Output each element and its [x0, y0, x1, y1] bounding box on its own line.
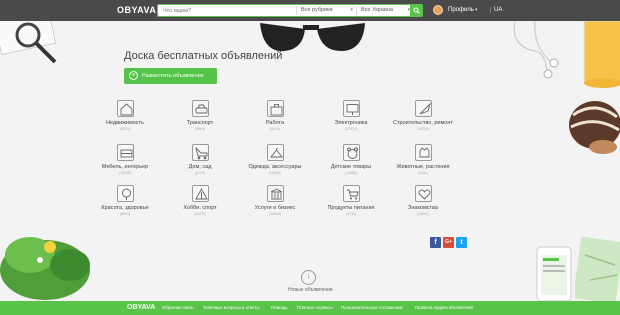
- avatar[interactable]: [433, 5, 443, 15]
- car-icon: [191, 100, 209, 117]
- footer-link-feedback[interactable]: Обратная связь: [162, 305, 194, 310]
- trowel-icon: [414, 100, 432, 117]
- footer-link-paid-services[interactable]: Платные сервисы: [297, 305, 333, 310]
- pet-icon: [414, 144, 432, 161]
- monitor-icon: [342, 100, 360, 117]
- earphones-decoration: [513, 21, 559, 79]
- category-select[interactable]: Все рубрики ▾: [296, 6, 356, 15]
- lawnmower-icon: [191, 144, 209, 161]
- new-ads-link[interactable]: Новые объявления: [288, 287, 333, 293]
- facebook-icon[interactable]: f: [430, 237, 441, 248]
- category-count: (16210): [416, 127, 430, 131]
- search-input[interactable]: [158, 5, 300, 16]
- site-logo[interactable]: OBYAVA: [117, 5, 163, 15]
- footer: OBYAVA Обратная связь Типичные вопросы и…: [0, 301, 620, 315]
- search-icon: [413, 7, 420, 14]
- sofa-icon: [116, 144, 134, 161]
- hanger-icon: [266, 144, 284, 161]
- juice-glass-decoration: [583, 21, 620, 88]
- google-plus-icon[interactable]: G+: [443, 237, 454, 248]
- category-name: Животные, растения: [396, 164, 450, 170]
- twitter-icon[interactable]: t: [456, 237, 467, 248]
- arrow-down-icon[interactable]: ↓: [301, 270, 316, 285]
- profile-menu[interactable]: Профиль: [448, 7, 474, 13]
- map-decoration: [575, 236, 620, 301]
- chevron-down-icon: ▾: [350, 7, 353, 13]
- footer-link-user-agreement[interactable]: Пользовательское соглашение: [341, 305, 403, 310]
- page-title: Доска бесплатных объявлений: [124, 50, 283, 62]
- mirror-icon: [116, 185, 134, 202]
- category-item[interactable]: Строительство, ремонт (16210): [378, 100, 468, 131]
- briefcase-icon: [266, 100, 284, 117]
- cart-icon: [342, 185, 360, 202]
- top-navigation-bar: OBYAVA Все рубрики▾ Все Украина▾ Профиль…: [0, 0, 620, 21]
- footer-link-help[interactable]: Помощь: [271, 305, 288, 310]
- footer-link-posting-rules[interactable]: Правила подачи объявлений: [415, 305, 473, 310]
- region-select[interactable]: Все Украина ▾: [356, 6, 413, 15]
- category-count: (6111): [418, 171, 428, 175]
- plus-icon: +: [129, 71, 138, 80]
- category-count: (10887): [416, 212, 430, 216]
- heart-icon: [414, 185, 432, 202]
- language-switch[interactable]: UA: [490, 7, 502, 13]
- footer-link-faq[interactable]: Типичные вопросы и ответы: [203, 305, 259, 310]
- cookie-decoration: [569, 101, 620, 154]
- bank-icon: [266, 185, 284, 202]
- category-name: Строительство, ремонт: [393, 120, 453, 126]
- phone-decoration: [536, 246, 572, 301]
- category-item[interactable]: Животные, растения (6111): [378, 144, 468, 175]
- house-icon: [116, 100, 134, 117]
- search-bar: Все рубрики▾ Все Украина▾: [157, 4, 423, 17]
- plant-decoration: [0, 237, 90, 300]
- post-ad-button[interactable]: + Разместить объявление: [124, 68, 217, 84]
- category-item[interactable]: Знакомства (10887): [378, 185, 468, 216]
- sport-icon: [191, 185, 209, 202]
- search-button[interactable]: [410, 4, 423, 17]
- chevron-down-icon[interactable]: ▾: [475, 7, 478, 13]
- toy-icon: [342, 144, 360, 161]
- footer-logo[interactable]: OBYAVA: [127, 304, 155, 311]
- category-name: Знакомства: [408, 205, 438, 211]
